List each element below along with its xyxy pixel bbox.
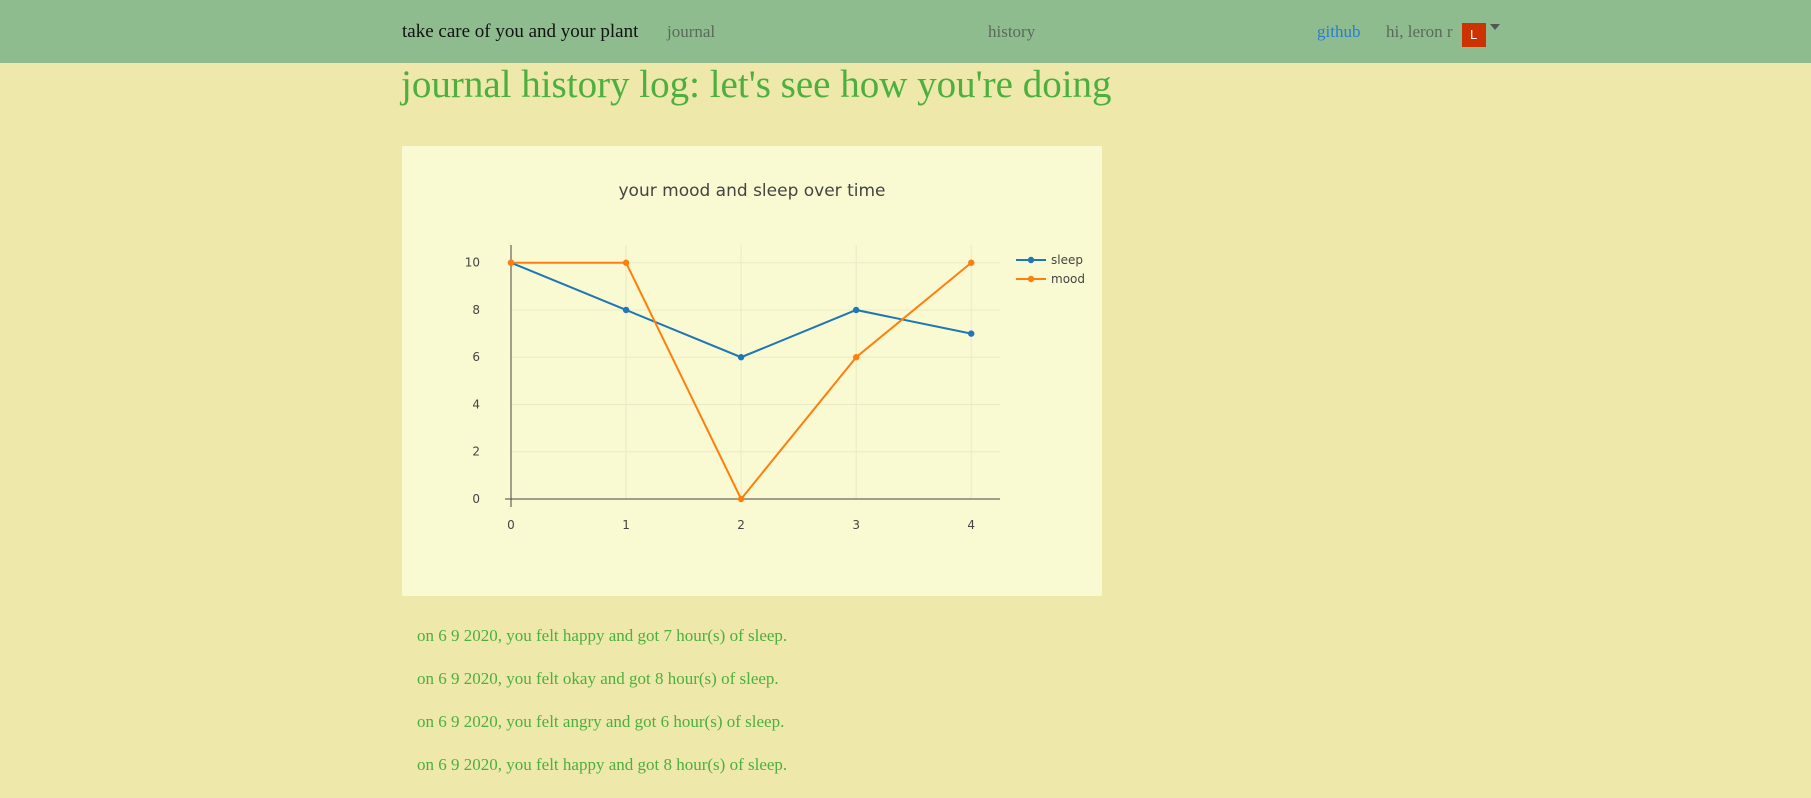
mood-sleep-chart: your mood and sleep over time 0 1 2 3 4 0 2 4 6 8 1… [402,146,1102,596]
data-point-sleep [852,306,860,314]
page-title: journal history log: let's see how you'r… [401,63,1112,106]
legend-label: mood [1051,272,1085,286]
navbar: take care of you and your plant journal … [0,0,1811,63]
journal-entry: on 6 9 2020, you felt angry and got 6 ho… [417,712,785,731]
journal-entry: on 6 9 2020, you felt okay and got 8 hou… [417,669,779,688]
x-tick-label: 1 [622,518,630,532]
nav-link-github[interactable]: github [1317,0,1360,63]
caret-down-icon[interactable] [1489,23,1500,30]
chart-title: your mood and sleep over time [619,181,886,201]
x-tick-label: 2 [737,518,745,532]
y-tick-label: 0 [472,492,480,506]
legend-swatch-dot [1027,256,1035,264]
x-tick-label: 0 [507,518,515,532]
legend-swatch-dot [1027,275,1035,283]
y-tick-label: 4 [472,397,480,411]
data-point-sleep [968,330,975,337]
data-point-mood [737,495,745,503]
data-point-mood [852,354,860,361]
brand-link[interactable]: take care of you and your plant [402,0,638,63]
legend-item-sleep: sleep [1016,253,1083,267]
data-point-mood [968,259,975,266]
nav-link-history[interactable]: history [988,0,1035,63]
nav-link-journal[interactable]: journal [667,0,715,63]
avatar[interactable]: L [1461,22,1486,47]
user-menu[interactable]: hi, leron r L [1386,0,1500,63]
y-tick-label: 8 [472,303,480,317]
y-tick-label: 6 [472,350,480,364]
data-point-sleep [737,354,745,361]
x-tick-label: 4 [967,518,975,532]
journal-entry-list: on 6 9 2020, you felt happy and got 7 ho… [417,626,787,798]
y-tick-label: 10 [465,256,480,270]
journal-entry: on 6 9 2020, you felt happy and got 7 ho… [417,626,788,645]
y-tick-label: 2 [472,445,480,459]
legend-label: sleep [1051,253,1083,267]
user-greeting: hi, leron r [1386,21,1453,41]
data-point-sleep [622,306,630,314]
journal-entry: on 6 9 2020, you felt happy and got 8 ho… [417,755,788,774]
legend-item-mood: mood [1016,272,1085,286]
data-point-mood [622,259,630,266]
data-point-mood [507,259,515,266]
x-tick-label: 3 [852,518,860,532]
chart-canvas: your mood and sleep over time 0 1 2 3 4 0 2 4 6 8 1… [465,181,1085,532]
